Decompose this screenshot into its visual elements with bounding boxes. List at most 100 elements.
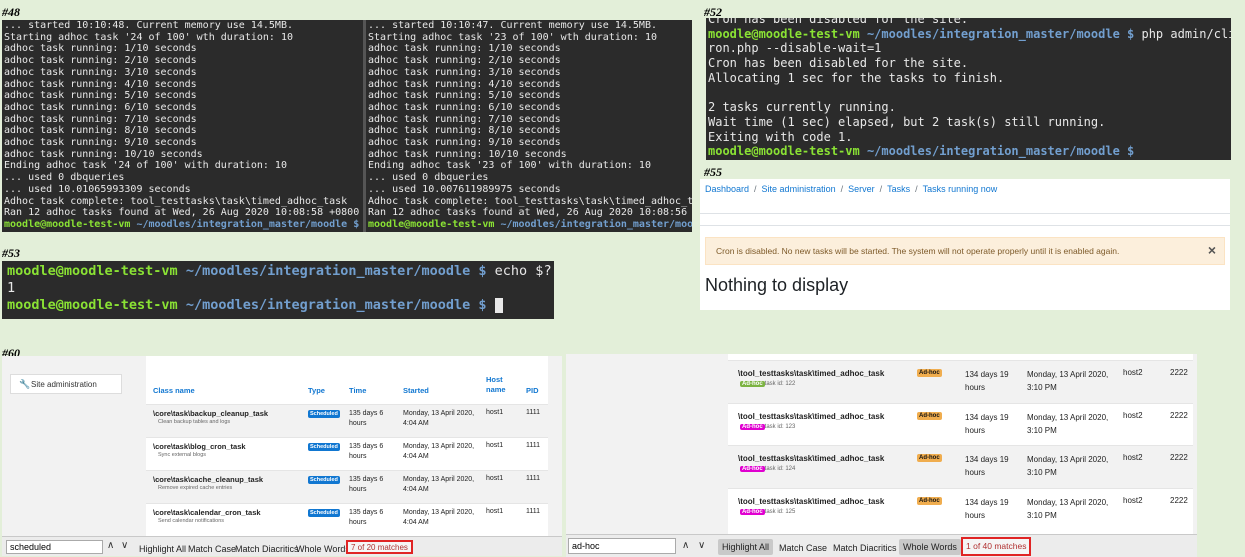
match-case-button[interactable]: Match Case bbox=[188, 544, 236, 554]
match-count: 1 of 40 matches bbox=[961, 537, 1032, 556]
task-time: 134 days 19 hours bbox=[965, 497, 1009, 520]
terminal-line: Ran 12 adhoc tasks found at Wed, 26 Aug … bbox=[4, 207, 360, 219]
task-started: Monday, 13 April 2020, 3:10 PM bbox=[1027, 412, 1109, 435]
tasks-page-right: \tool_testtasks\task\timed_adhoc_task Ad-… bbox=[566, 354, 1197, 557]
chevron-down-icon[interactable]: ∨ bbox=[698, 540, 705, 551]
terminal-53[interactable]: moodle@moodle-test-vm ~/moodles/integrat… bbox=[2, 261, 554, 319]
task-started: Monday, 13 April 2020, 4:04 AM bbox=[403, 509, 475, 526]
task-time: 134 days 19 hours bbox=[965, 412, 1009, 435]
terminal-line: ... used 0 dbqueries bbox=[368, 172, 489, 184]
task-time: 135 days 6 hours bbox=[349, 410, 384, 427]
task-id: task id: 125 bbox=[764, 508, 796, 515]
col-host-name[interactable]: Host name bbox=[486, 375, 516, 395]
terminal-line: adhoc task running: 6/10 seconds bbox=[368, 101, 561, 113]
terminal-prompt-line: moodle@moodle-test-vm ~/moodles/integrat… bbox=[7, 263, 552, 279]
task-time: 134 days 19 hours bbox=[965, 370, 1009, 392]
col-pid[interactable]: PID bbox=[526, 386, 539, 395]
terminal-line: Exiting with code 1. bbox=[708, 129, 853, 144]
task-started: Monday, 13 April 2020, 4:04 AM bbox=[403, 476, 475, 493]
breadcrumb-site-administration[interactable]: Site administration bbox=[762, 184, 836, 194]
terminal-line: Starting adhoc task '23 of 100' wth dura… bbox=[368, 31, 657, 43]
table-row: \tool_testtasks\task\timed_adhoc_task Ad-… bbox=[728, 360, 1193, 403]
terminal-52[interactable]: Cron has been disabled for the site. moo… bbox=[706, 18, 1231, 160]
terminal-line: Wait time (1 sec) elapsed, but 2 task(s)… bbox=[708, 114, 1106, 129]
task-time: 135 days 6 hours bbox=[349, 509, 384, 526]
terminal-line: adhoc task running: 8/10 seconds bbox=[368, 125, 561, 137]
task-time: 135 days 6 hours bbox=[349, 443, 384, 460]
terminal-output: ... started 10:10:47. Current memory use… bbox=[368, 20, 692, 219]
task-description: Remove expired cache entries bbox=[158, 485, 233, 491]
tasks-table-card: \tool_testtasks\task\timed_adhoc_task Ad-… bbox=[728, 354, 1193, 534]
chevron-down-icon[interactable]: ∨ bbox=[121, 540, 128, 551]
task-host: host1 bbox=[486, 409, 504, 416]
task-class-name: \tool_testtasks\task\timed_adhoc_task bbox=[738, 496, 885, 506]
chevron-up-icon[interactable]: ∧ bbox=[107, 540, 114, 551]
terminal-line: adhoc task running: 7/10 seconds bbox=[4, 113, 197, 125]
task-description: Sync external blogs bbox=[158, 452, 206, 458]
terminal-prompt-line: moodle@moodle-test-vm ~/moodles/integrat… bbox=[4, 219, 365, 231]
task-description: Send calendar notifications bbox=[158, 518, 225, 524]
col-started[interactable]: Started bbox=[403, 386, 429, 395]
terminal-line: adhoc task running: 9/10 seconds bbox=[368, 137, 561, 149]
task-host: host2 bbox=[1123, 453, 1143, 462]
terminal-line: 1 bbox=[7, 280, 16, 296]
terminal-line: adhoc task running: 4/10 seconds bbox=[4, 78, 197, 90]
task-host: host2 bbox=[1123, 495, 1143, 505]
figure-label-55: #55 bbox=[704, 165, 722, 179]
match-case-button[interactable]: Match Case bbox=[779, 543, 827, 553]
breadcrumb-tasks[interactable]: Tasks bbox=[887, 184, 910, 194]
terminal-line: ... used 10.01065993309 seconds bbox=[4, 183, 191, 195]
col-class-name[interactable]: Class name bbox=[153, 386, 195, 395]
task-started: Monday, 13 April 2020, 3:10 PM bbox=[1027, 497, 1109, 520]
col-time[interactable]: Time bbox=[349, 386, 366, 395]
table-row: \core\task\blog_cron_task Sync external b… bbox=[146, 437, 548, 471]
highlight-all-button[interactable]: Highlight All bbox=[139, 544, 186, 554]
breadcrumb-server[interactable]: Server bbox=[848, 184, 875, 194]
whole-words-button[interactable]: Whole Words bbox=[899, 539, 961, 555]
task-pid: 2222 bbox=[1170, 495, 1188, 505]
match-diacritics-button[interactable]: Match Diacritics bbox=[833, 543, 897, 553]
adhoc-tag: Ad-hoc bbox=[740, 423, 765, 430]
terminal-line: adhoc task running: 3/10 seconds bbox=[4, 66, 197, 78]
type-badge: Ad-hoc bbox=[917, 411, 942, 420]
task-time: 135 days 6 hours bbox=[349, 476, 384, 493]
task-id-line: Ad-hoc task id: 122 bbox=[740, 381, 795, 387]
terminal-line: Ending adhoc task '23 of 100' with durat… bbox=[368, 160, 651, 172]
highlight-all-button[interactable]: Highlight All bbox=[718, 539, 774, 555]
empty-state-heading: Nothing to display bbox=[705, 275, 849, 295]
match-diacritics-button[interactable]: Match Diacritics bbox=[235, 544, 299, 554]
terminal-line: Ran 12 adhoc tasks found at Wed, 26 Aug … bbox=[368, 207, 692, 219]
col-type[interactable]: Type bbox=[308, 386, 325, 395]
table-row: \core\task\calendar_cron_task Send calend… bbox=[146, 503, 548, 537]
cron-disabled-alert: Cron is disabled. No new tasks will be s… bbox=[705, 237, 1225, 265]
terminal-48-right[interactable]: ... started 10:10:47. Current memory use… bbox=[366, 20, 692, 232]
terminal-48-left[interactable]: ... started 10:10:48. Current memory use… bbox=[2, 20, 365, 232]
terminal-line: adhoc task running: 1/10 seconds bbox=[4, 43, 197, 55]
task-pid: 2222 bbox=[1170, 453, 1188, 462]
type-badge: Scheduled bbox=[308, 443, 340, 451]
task-host: host2 bbox=[1123, 368, 1143, 377]
task-time: 134 days 19 hours bbox=[965, 455, 1009, 477]
task-pid: 2222 bbox=[1170, 410, 1188, 420]
terminal-prompt-line: moodle@moodle-test-vm ~/moodles/integrat… bbox=[708, 26, 1231, 41]
close-icon[interactable]: × bbox=[1208, 242, 1216, 258]
find-input[interactable]: scheduled bbox=[6, 540, 103, 554]
terminal-line: ... used 10.007611989975 seconds bbox=[368, 183, 561, 195]
terminal-prompt-line: moodle@moodle-test-vm ~/moodles/integrat… bbox=[7, 297, 554, 314]
tasks-running-now-page: Dashboard / Site administration / Server / Tas… bbox=[700, 179, 1230, 310]
task-pid: 1111 bbox=[526, 409, 541, 416]
table-row: \tool_testtasks\task\timed_adhoc_task Ad-… bbox=[728, 445, 1193, 488]
task-pid: 1111 bbox=[526, 442, 541, 449]
nav-site-administration[interactable]: 🔧 Site administration bbox=[10, 374, 122, 394]
task-started: Monday, 13 April 2020, 4:04 AM bbox=[403, 443, 475, 460]
task-id-line: Ad-hoc task id: 125 bbox=[740, 508, 796, 515]
task-class-name: \tool_testtasks\task\timed_adhoc_task bbox=[738, 369, 885, 378]
task-class-name: \core\task\calendar_cron_task bbox=[153, 508, 261, 517]
breadcrumb-dashboard[interactable]: Dashboard bbox=[705, 184, 749, 194]
whole-words-button[interactable]: Whole Words bbox=[296, 544, 350, 554]
terminal-line: adhoc task running: 5/10 seconds bbox=[368, 90, 561, 102]
breadcrumb-tasks-running-now[interactable]: Tasks running now bbox=[923, 184, 998, 194]
task-id: task id: 123 bbox=[764, 423, 796, 430]
find-input[interactable]: ad-hoc bbox=[568, 538, 676, 554]
chevron-up-icon[interactable]: ∧ bbox=[682, 540, 689, 551]
